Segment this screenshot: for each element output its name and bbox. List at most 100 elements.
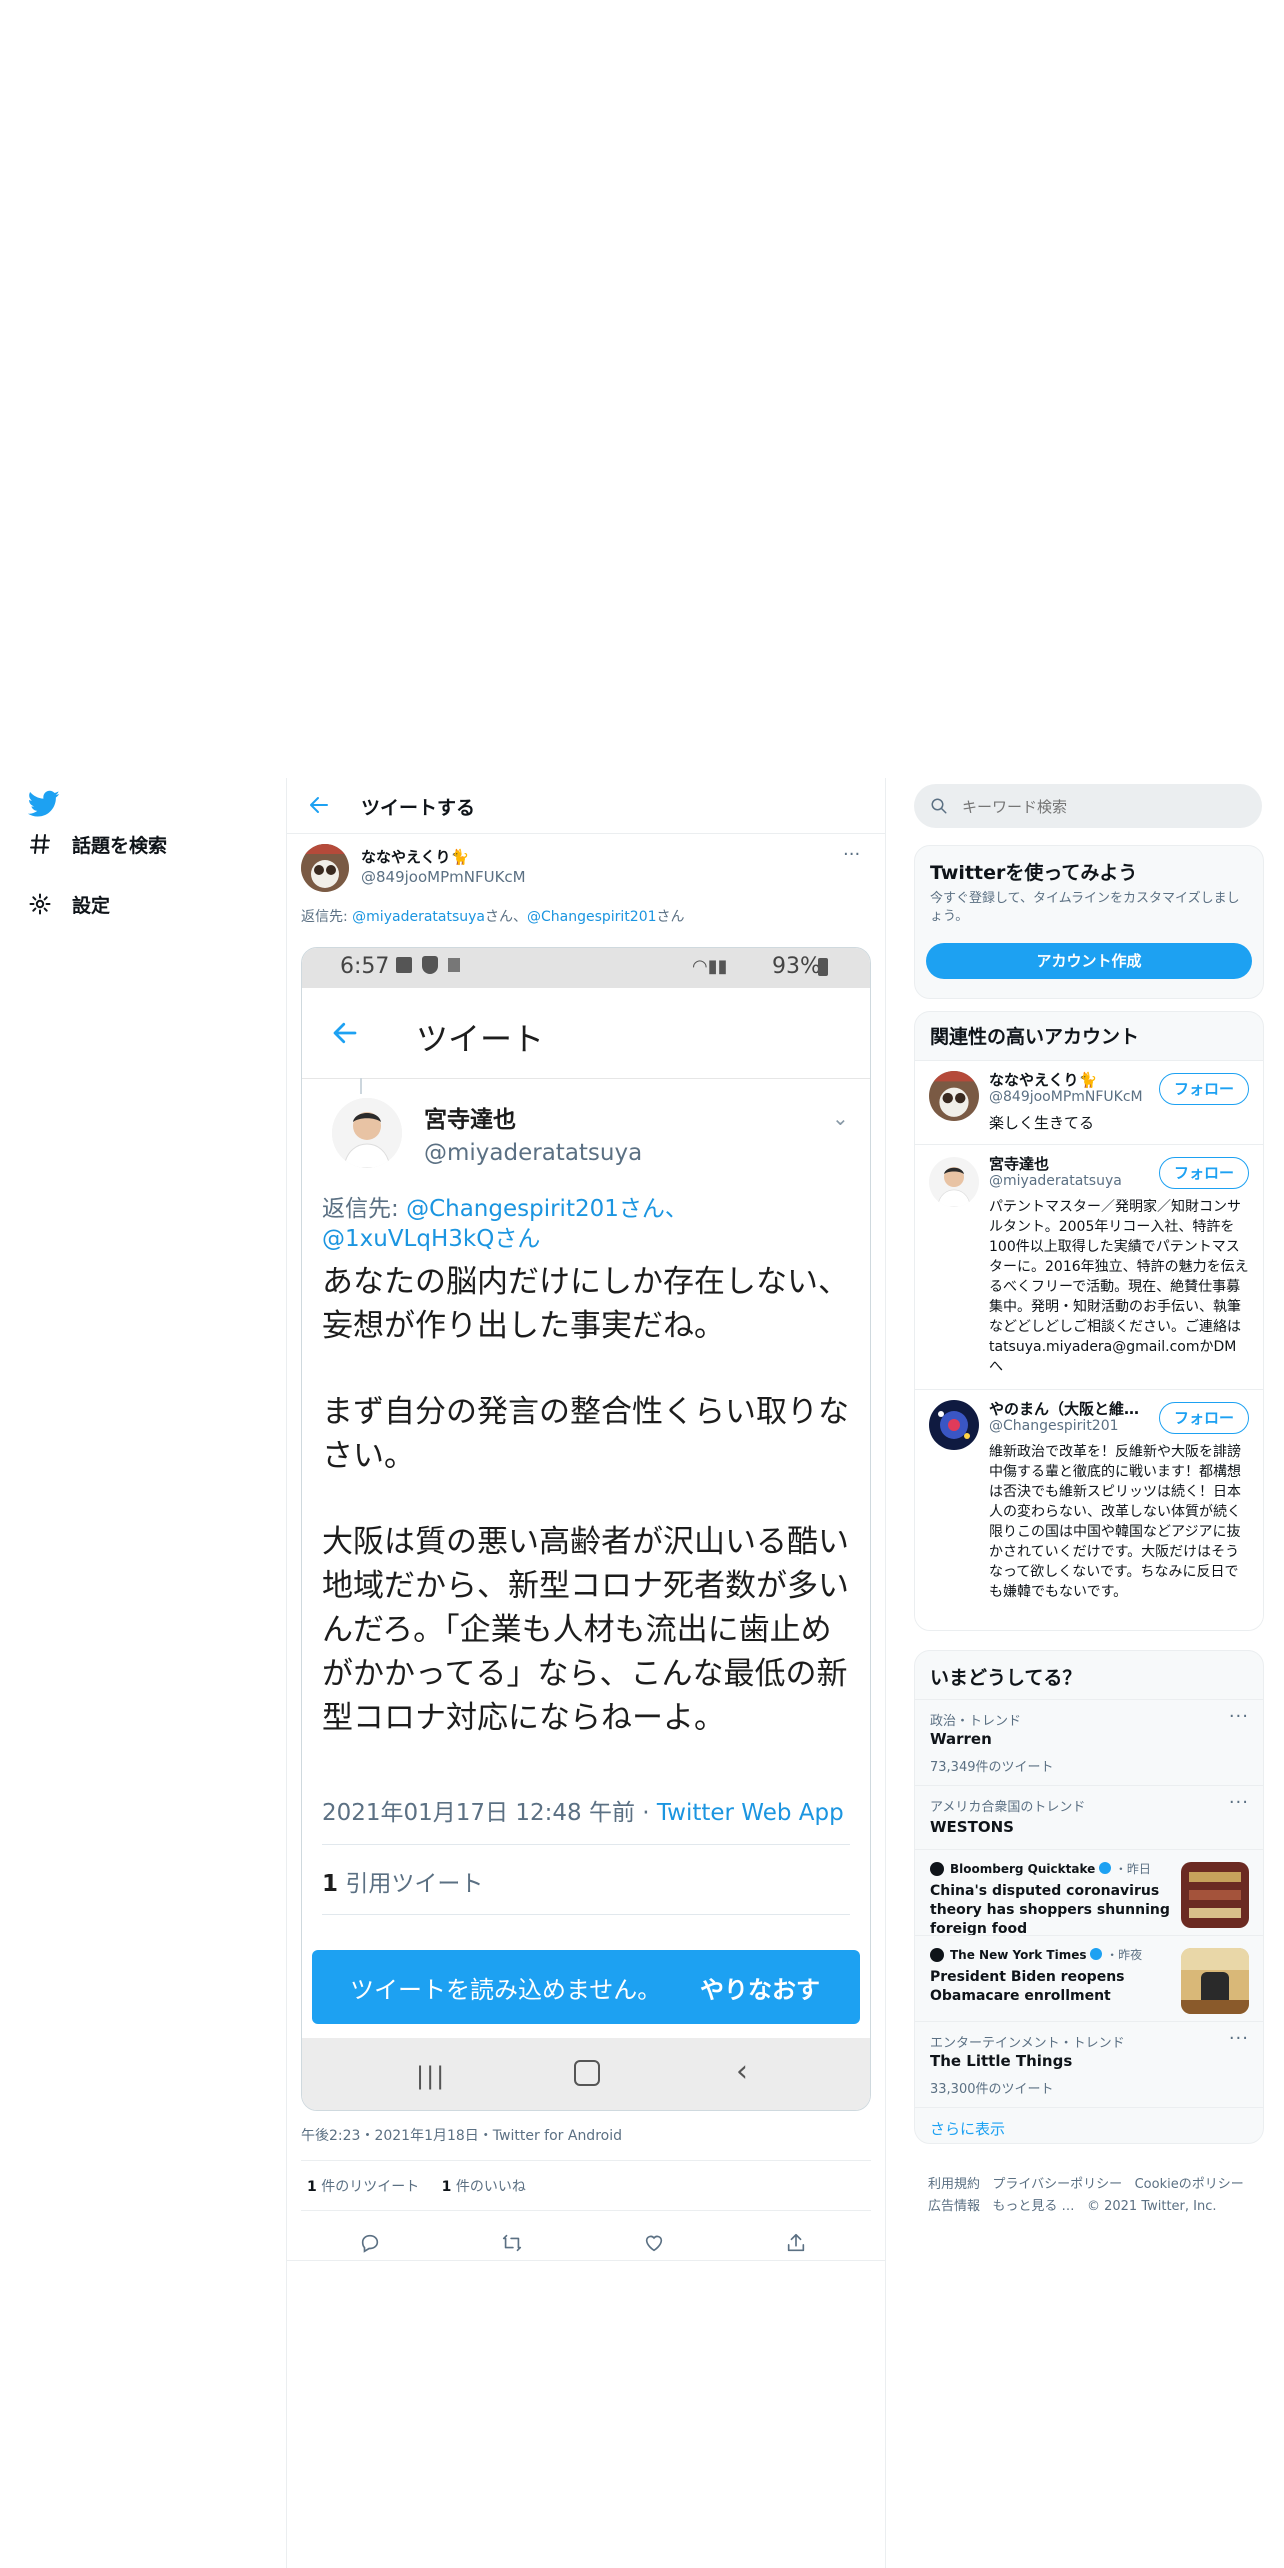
battery-percent: 93% (772, 954, 821, 979)
search-input[interactable] (960, 792, 1244, 822)
retweet-icon[interactable] (501, 2232, 523, 2258)
trend-meta: 政治・トレンド (930, 1714, 1022, 1729)
news-item[interactable]: The New York Times ・昨夜 President Biden r… (915, 1935, 1263, 2022)
news-time: ・昨夜 (1106, 1948, 1143, 1962)
create-account-button[interactable]: アカウント作成 (926, 943, 1252, 979)
show-more-row[interactable]: さらに表示 (915, 2107, 1263, 2143)
avatar[interactable] (929, 1157, 979, 1207)
footer-link-privacy[interactable]: プライバシーポリシー (992, 2177, 1122, 2192)
follow-button[interactable]: フォロー (1159, 1073, 1249, 1105)
footer-link-terms[interactable]: 利用規約 (928, 2177, 980, 2192)
avatar[interactable] (301, 844, 349, 892)
battery-icon (818, 958, 828, 976)
more-options-icon[interactable]: ··· (1229, 1792, 1249, 1813)
trend-meta: アメリカ合衆国のトレンド (930, 1800, 1086, 1815)
reply-user-link[interactable]: @miyaderatatsuya (352, 909, 485, 925)
trend-name: The Little Things (930, 2052, 1073, 2070)
reply-prefix: 返信先: (301, 909, 353, 925)
divider (322, 1914, 850, 1915)
page-header: ツイートする (287, 778, 885, 834)
author-name[interactable]: ななやえくり🐈 (361, 846, 469, 867)
news-headline: President Biden reopens Obamacare enroll… (930, 1969, 1125, 2004)
likes-stat[interactable]: 1 件のいいね (442, 2179, 526, 2195)
paragraph: まず自分の発言の整合性くらい取りなさい。 (322, 1394, 849, 1474)
phone-status-bar: 6:57 ◠▮▮ 93% (302, 948, 870, 988)
status-icon (448, 958, 460, 972)
reply-icon[interactable] (359, 2232, 381, 2258)
trend-meta: エンターテインメント・トレンド (930, 2036, 1125, 2051)
phone-author-handle: @miyaderatatsuya (424, 1140, 643, 1166)
twitter-logo-icon[interactable] (27, 790, 60, 822)
back-arrow-icon (330, 1018, 360, 1052)
recent-apps-icon: ||| (416, 2062, 447, 2090)
more-options-icon[interactable]: ··· (843, 844, 860, 865)
source-logo-icon (930, 1862, 944, 1876)
more-options-icon[interactable]: ··· (1229, 1706, 1249, 1727)
avatar[interactable] (929, 1071, 979, 1121)
trend-count: 73,349件のツイート (930, 1760, 1054, 1775)
source-link: Twitter Web App (656, 1800, 844, 1826)
gear-icon (29, 893, 51, 915)
reply-to-line: 返信先: @miyaderatatsuyaさん、@Changespirit201… (301, 906, 685, 926)
trend-item[interactable]: エンターテインメント・トレンド The Little Things 33,300… (915, 2021, 1263, 2108)
footer-copyright: © 2021 Twitter, Inc. (1086, 2199, 1217, 2214)
avatar[interactable] (929, 1400, 979, 1450)
phone-app-title: ツイート (416, 1020, 545, 1058)
show-more-link[interactable]: さらに表示 (930, 2118, 1005, 2139)
follow-button[interactable]: フォロー (1159, 1402, 1249, 1434)
news-time: ・昨日 (1114, 1862, 1151, 1876)
phone-reply-to: 返信先: @Changespirit201さん、@1xuVLqH3kQさん (322, 1194, 852, 1254)
author-handle[interactable]: @849jooMPmNFUKcM (361, 868, 526, 886)
error-toast: ツイートを読み込めません。 やりなおす (312, 1950, 860, 2024)
account-name[interactable]: ななやえくり🐈 (989, 1069, 1097, 1090)
notification-icon (396, 957, 412, 973)
trends-title: いまどうしてる？ (930, 1667, 1082, 1689)
back-arrow-icon[interactable] (307, 793, 331, 821)
account-handle: @849jooMPmNFUKcM (989, 1089, 1143, 1105)
sidebar-footer: 利用規約 プライバシーポリシー Cookieのポリシー 広告情報 もっと見る …… (928, 2174, 1258, 2218)
like-icon[interactable] (643, 2232, 665, 2258)
account-bio: 楽しく生きてる (989, 1114, 1095, 1132)
paragraph: あなたの脳内だけにしか存在しない、妄想が作り出した事実だね。 (322, 1264, 849, 1344)
divider (287, 2260, 885, 2261)
nav-settings[interactable]: 設定 (28, 884, 110, 924)
search-box[interactable] (914, 784, 1262, 828)
likes-label: 件のいいね (451, 2179, 526, 2195)
account-name[interactable]: 宮寺達也 (989, 1153, 1049, 1174)
account-row[interactable]: 宮寺達也 @miyaderatatsuya フォロー パテントマスター／発明家／… (915, 1144, 1263, 1390)
verified-badge-icon (1090, 1948, 1103, 1960)
more-options-icon[interactable]: ··· (1229, 2028, 1249, 2049)
account-row[interactable]: やのまん（大阪と維… @Changespirit201 フォロー 維新政治で改革… (915, 1389, 1263, 1630)
trend-name: Warren (930, 1730, 992, 1748)
quote-count: 1 引用ツイート (322, 1864, 483, 1898)
retweets-stat[interactable]: 1 件のリツイート (307, 2179, 419, 2195)
trend-item[interactable]: 政治・トレンド Warren 73,349件のツイート ··· (915, 1699, 1263, 1786)
account-name[interactable]: やのまん（大阪と維… (989, 1398, 1139, 1419)
home-icon (574, 2060, 600, 2086)
account-row[interactable]: ななやえくり🐈 @849jooMPmNFUKcM フォロー 楽しく生きてる (915, 1060, 1263, 1145)
footer-link-cookie[interactable]: Cookieのポリシー (1135, 2177, 1244, 2192)
news-thumbnail (1181, 1948, 1249, 2014)
phone-tweet-date: 2021年01月17日 12:48 午前 · Twitter Web App (322, 1793, 844, 1827)
news-source-name: The New York Times (950, 1948, 1087, 1962)
footer-link-ads[interactable]: 広告情報 (928, 2199, 980, 2214)
nav-explore[interactable]: 話題を検索 (28, 824, 167, 864)
page-title: ツイートする (361, 797, 476, 819)
divider (301, 2210, 871, 2211)
news-source: The New York Times ・昨夜 (950, 1946, 1142, 1963)
retweets-count: 1 (307, 2179, 317, 2195)
tweet-timestamp[interactable]: 午後2:23・2021年1月18日・Twitter for Android (301, 2125, 622, 2145)
trend-item[interactable]: アメリカ合衆国のトレンド WESTONS ··· (915, 1785, 1263, 1850)
likes-count: 1 (441, 2179, 452, 2195)
news-item[interactable]: Bloomberg Quicktake ・昨日 China's disputed… (915, 1849, 1263, 1937)
follow-button[interactable]: フォロー (1159, 1157, 1249, 1189)
divider (322, 1844, 850, 1845)
signup-card: Twitterを使ってみよう 今すぐ登録して、タイムラインをカスタマイズしましょ… (914, 845, 1264, 999)
share-icon[interactable] (785, 2232, 807, 2258)
account-handle: @miyaderatatsuya (989, 1173, 1122, 1189)
footer-link-more[interactable]: もっと見る … (992, 2199, 1074, 2214)
news-source-name: Bloomberg Quicktake (950, 1862, 1096, 1876)
attached-image[interactable]: 6:57 ◠▮▮ 93% ツイート 宮寺達也 @miyaderatatsuya … (301, 947, 871, 2111)
tweet-stats: 1 件のリツイート 1 件のいいね (307, 2176, 526, 2196)
reply-user-link[interactable]: @Changespirit201 (527, 909, 657, 925)
